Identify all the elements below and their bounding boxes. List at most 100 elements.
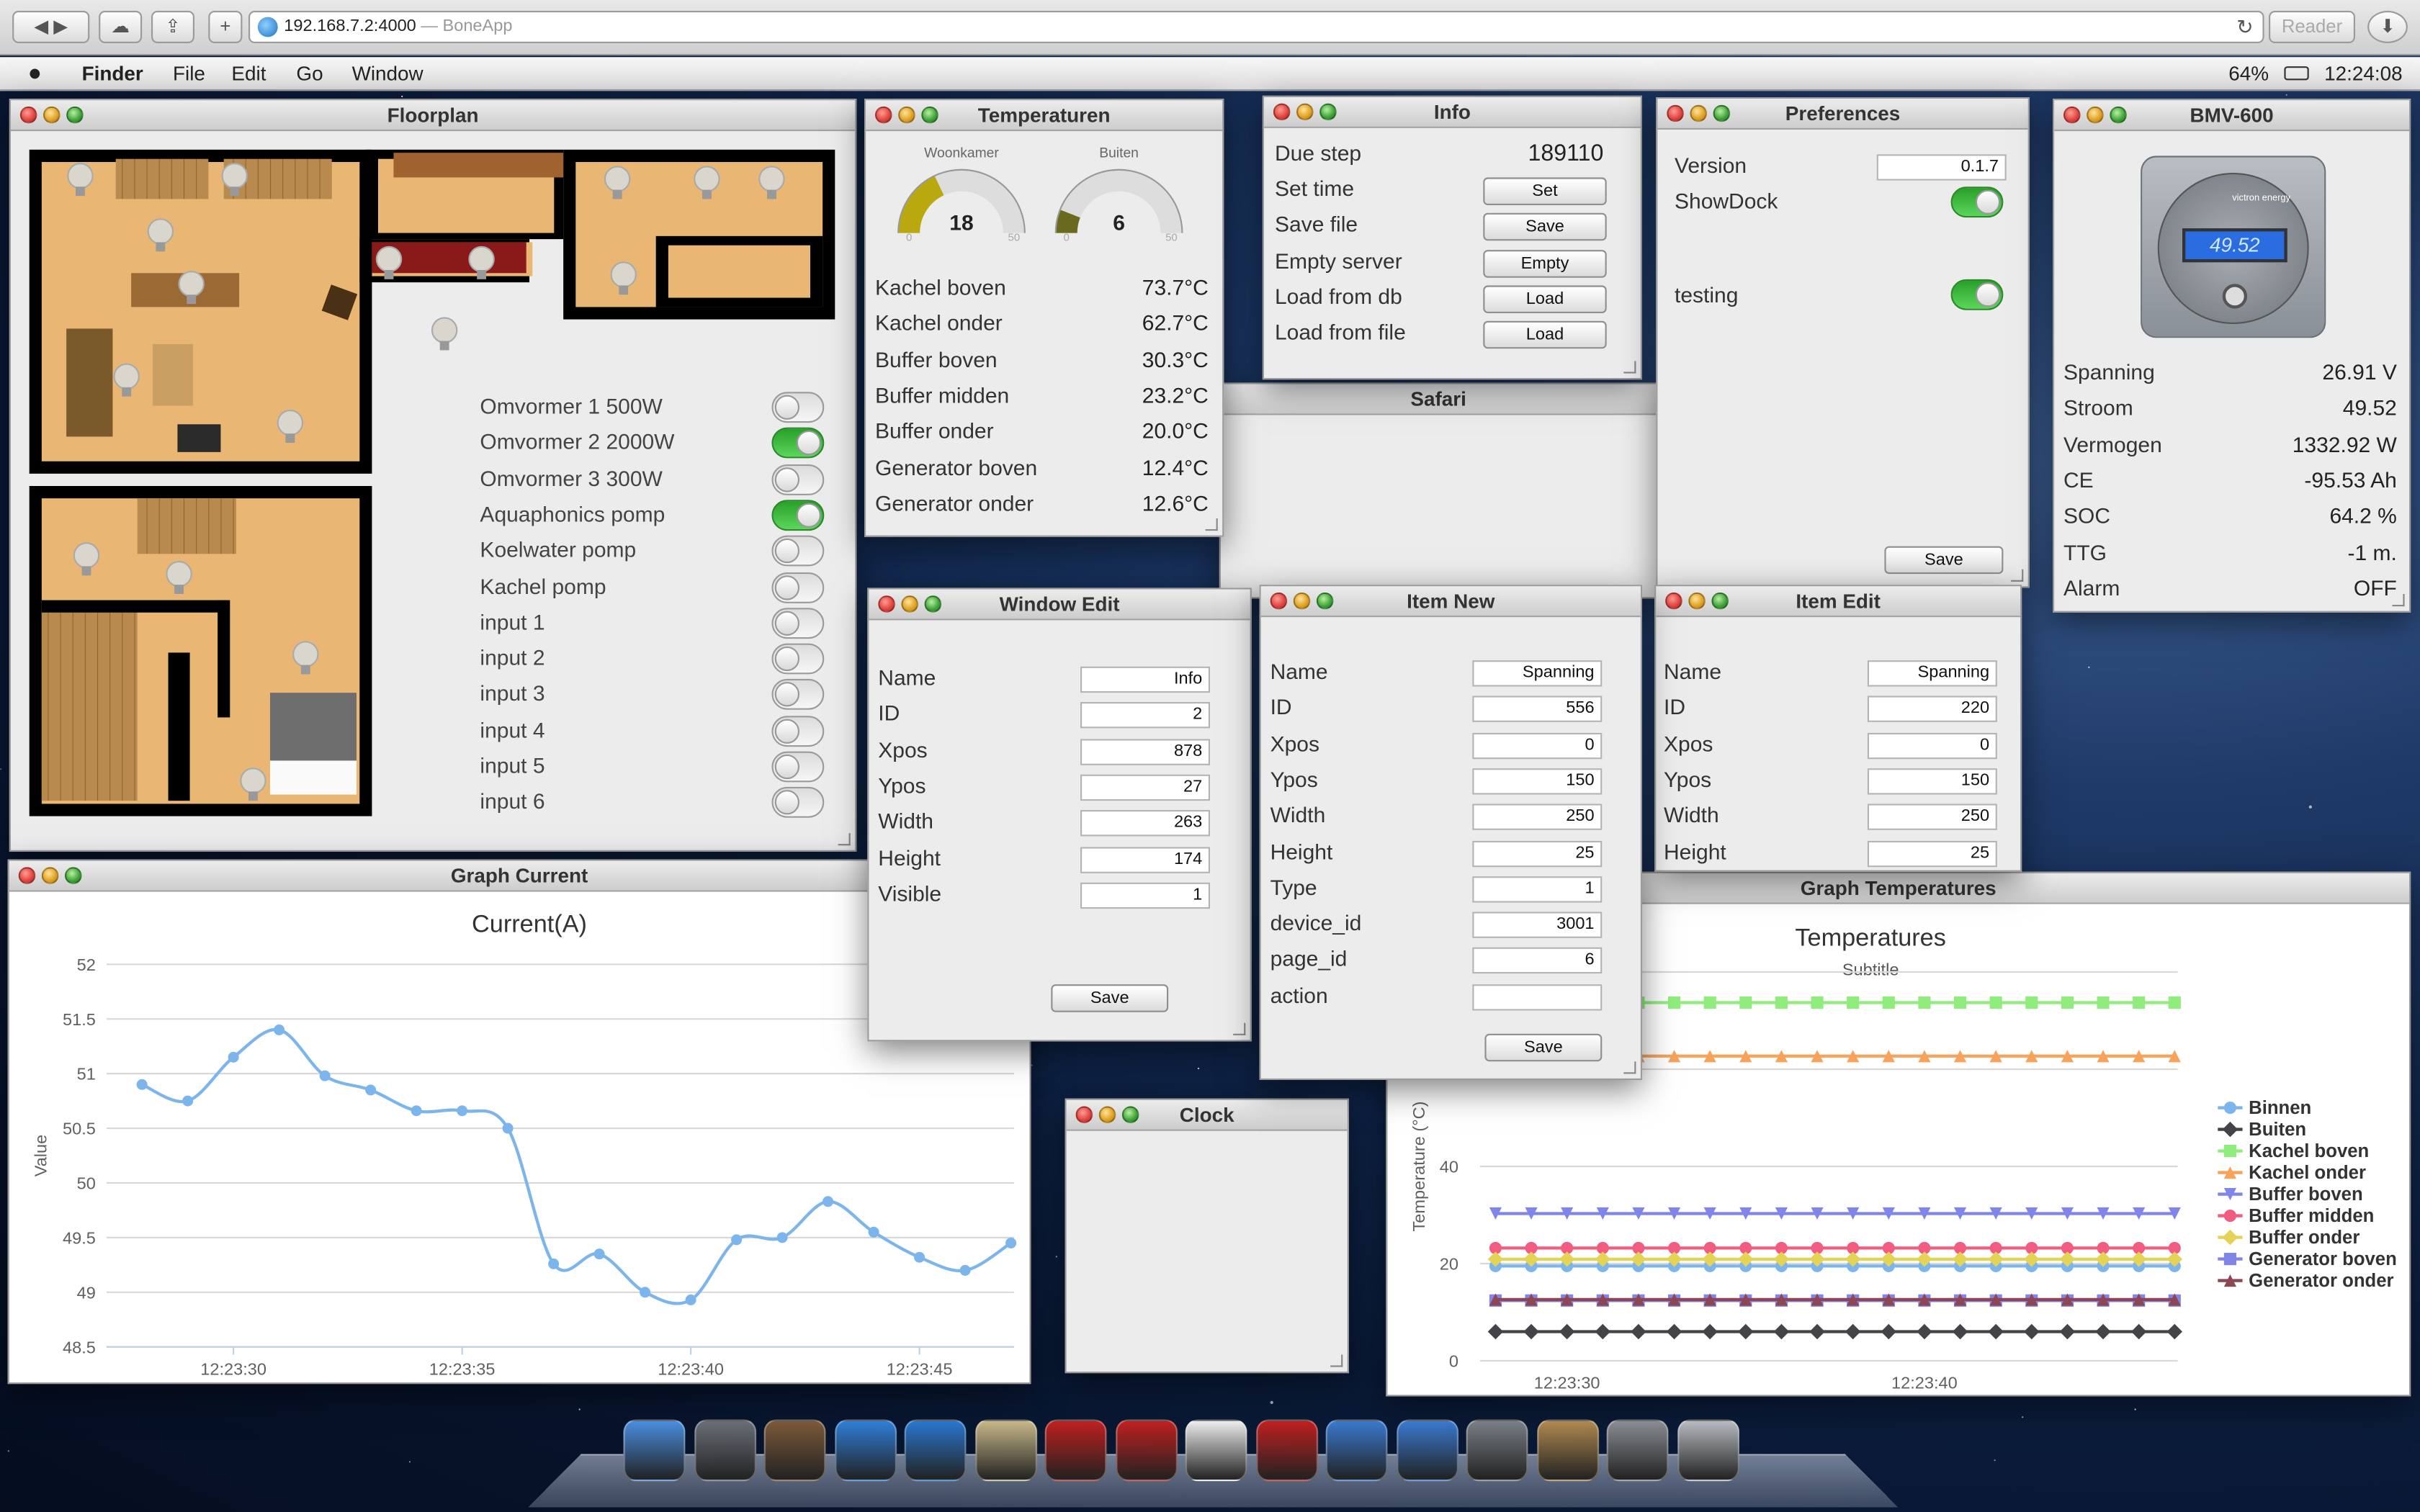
minimize-icon[interactable]: [1098, 1106, 1116, 1123]
data-point[interactable]: [868, 1226, 879, 1238]
field-action[interactable]: [1472, 984, 1603, 1010]
light-bulb-icon[interactable]: [693, 165, 721, 205]
item-new-save-button[interactable]: Save: [1484, 1033, 1603, 1062]
data-point[interactable]: [2059, 1323, 2076, 1340]
close-icon[interactable]: [1075, 1106, 1093, 1123]
switch-toggle[interactable]: [771, 571, 825, 603]
zoom-icon[interactable]: [1711, 592, 1729, 610]
light-bulb-icon[interactable]: [277, 409, 305, 449]
light-bulb-icon[interactable]: [147, 217, 175, 258]
preview-icon[interactable]: [974, 1419, 1036, 1482]
close-icon[interactable]: [1270, 592, 1288, 610]
data-point[interactable]: [2223, 1145, 2236, 1158]
legend-item[interactable]: Binnen: [2249, 1098, 2311, 1118]
address-bar[interactable]: 192.168.7.2:4000 — BoneApp ↻: [248, 11, 2264, 43]
light-bulb-icon[interactable]: [73, 541, 101, 582]
legend-item[interactable]: Kachel onder: [2249, 1163, 2366, 1183]
window-edit-titlebar[interactable]: Window Edit: [869, 589, 1250, 621]
field-height[interactable]: 25: [1867, 840, 1997, 867]
light-bulb-icon[interactable]: [375, 246, 403, 286]
item-new-titlebar[interactable]: Item New: [1260, 586, 1641, 618]
info-save-button[interactable]: Save: [1483, 213, 1607, 241]
data-point[interactable]: [1739, 996, 1752, 1009]
photo-browser-icon[interactable]: [763, 1419, 826, 1482]
minimize-icon[interactable]: [43, 106, 60, 124]
trash-icon[interactable]: [1677, 1419, 1739, 1482]
data-point[interactable]: [548, 1258, 560, 1269]
address-book-icon[interactable]: [1536, 1419, 1598, 1482]
legend-item[interactable]: Buffer midden: [2249, 1206, 2374, 1226]
reload-icon[interactable]: ↻: [2236, 12, 2253, 42]
data-point[interactable]: [182, 1095, 194, 1107]
switch-toggle[interactable]: [771, 751, 825, 783]
downloads-icon[interactable]: ⬇: [2367, 11, 2408, 43]
light-bulb-icon[interactable]: [165, 560, 193, 600]
minimize-icon[interactable]: [901, 595, 918, 613]
zoom-icon[interactable]: [2110, 106, 2127, 124]
close-icon[interactable]: [878, 595, 895, 613]
light-bulb-icon[interactable]: [66, 162, 94, 202]
data-point[interactable]: [274, 1024, 285, 1035]
data-point[interactable]: [136, 1079, 148, 1090]
data-point[interactable]: [640, 1287, 651, 1298]
legend-item[interactable]: Buffer boven: [2249, 1184, 2363, 1205]
data-point[interactable]: [1882, 996, 1895, 1009]
legend-item[interactable]: Kachel boven: [2249, 1141, 2369, 1161]
back-forward-buttons[interactable]: ◀ ▶: [12, 11, 90, 43]
showdock-toggle[interactable]: [1950, 186, 2004, 218]
data-point[interactable]: [1773, 1323, 1790, 1340]
data-point[interactable]: [1881, 1323, 1897, 1340]
menu-edit[interactable]: Edit: [231, 57, 266, 91]
data-point[interactable]: [1775, 996, 1788, 1009]
switch-toggle[interactable]: [771, 643, 825, 675]
light-bulb-icon[interactable]: [758, 165, 786, 205]
field-id[interactable]: 2: [1080, 702, 1210, 729]
item-edit-titlebar[interactable]: Item Edit: [1656, 586, 2020, 618]
data-point[interactable]: [1989, 996, 2002, 1009]
data-point[interactable]: [1918, 996, 1931, 1009]
finder-icon[interactable]: [623, 1419, 686, 1482]
temperaturen-titlebar[interactable]: Temperaturen: [866, 100, 1223, 132]
data-point[interactable]: [502, 1122, 514, 1134]
field-device-id[interactable]: 3001: [1472, 912, 1603, 939]
field-id[interactable]: 556: [1472, 696, 1603, 723]
new-tab-button[interactable]: +: [208, 11, 243, 43]
field-name[interactable]: Spanning: [1472, 660, 1603, 687]
legend-item[interactable]: Generator onder: [2249, 1271, 2393, 1291]
minimize-icon[interactable]: [1296, 103, 1314, 121]
preferences-titlebar[interactable]: Preferences: [1657, 99, 2028, 130]
reader-button[interactable]: Reader: [2269, 11, 2355, 43]
activity-monitor-2-icon[interactable]: [1396, 1419, 1458, 1482]
switch-toggle[interactable]: [771, 679, 825, 711]
data-point[interactable]: [2095, 1323, 2111, 1340]
data-point[interactable]: [2223, 1210, 2236, 1223]
switch-toggle[interactable]: [771, 464, 825, 495]
menu-window[interactable]: Window: [352, 57, 424, 91]
resize-handle[interactable]: [1330, 1354, 1343, 1367]
field-xpos[interactable]: 878: [1080, 738, 1210, 765]
switch-toggle[interactable]: [771, 535, 825, 567]
field-height[interactable]: 25: [1472, 840, 1603, 867]
light-bulb-icon[interactable]: [112, 363, 140, 403]
data-point[interactable]: [1811, 996, 1824, 1009]
info-set-button[interactable]: Set: [1483, 177, 1607, 205]
resize-handle[interactable]: [838, 833, 851, 846]
version-field[interactable]: 0.1.7: [1876, 154, 2007, 181]
data-point[interactable]: [2223, 1253, 2236, 1266]
close-icon[interactable]: [19, 106, 37, 124]
switch-toggle[interactable]: [771, 428, 825, 459]
field-xpos[interactable]: 0: [1867, 732, 1997, 759]
data-point[interactable]: [1523, 1323, 1539, 1340]
data-point[interactable]: [1953, 996, 1967, 1009]
launchpad-icon[interactable]: [694, 1419, 756, 1482]
field-height[interactable]: 174: [1080, 846, 1210, 873]
data-point[interactable]: [914, 1251, 926, 1263]
clock-app-icon[interactable]: [1185, 1419, 1247, 1482]
close-icon[interactable]: [2063, 106, 2081, 124]
data-point[interactable]: [731, 1234, 743, 1246]
battery-icon[interactable]: [2284, 66, 2309, 81]
temp-app-2-icon[interactable]: [1255, 1419, 1317, 1482]
activity-monitor-icon[interactable]: [1325, 1419, 1388, 1482]
light-bulb-icon[interactable]: [239, 767, 267, 807]
zoom-icon[interactable]: [924, 595, 942, 613]
